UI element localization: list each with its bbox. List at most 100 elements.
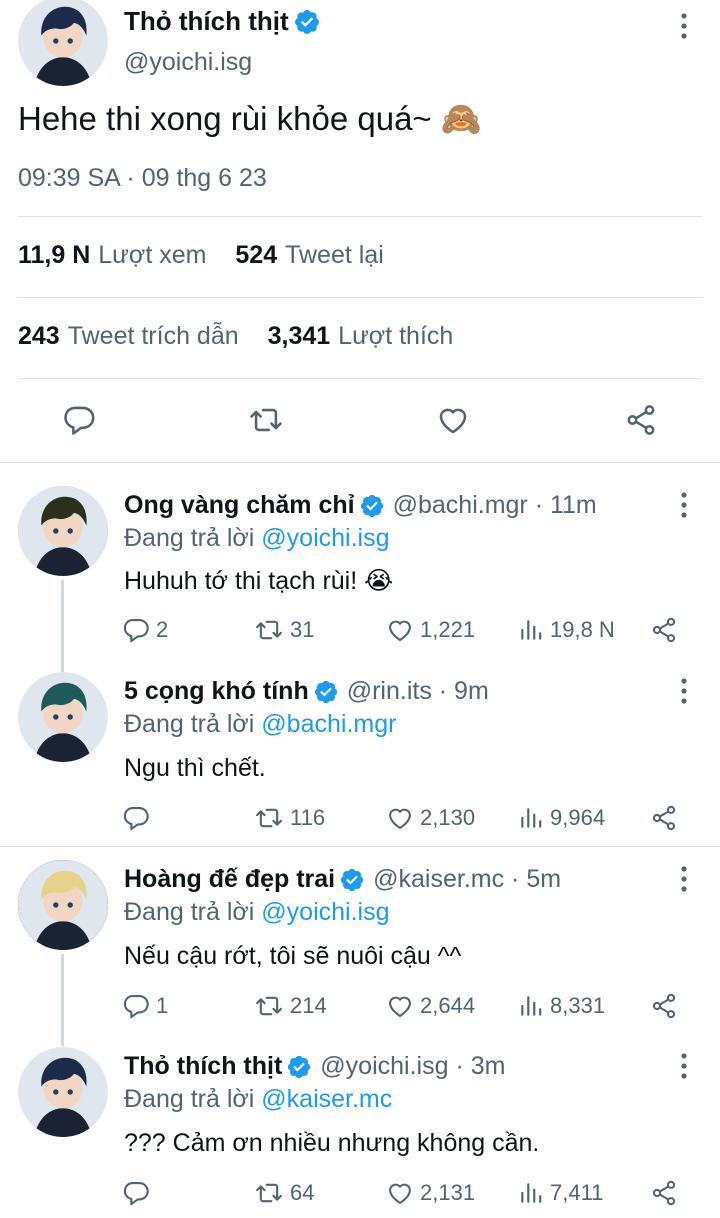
reply-icon	[122, 804, 150, 832]
retweet-action[interactable]: 31	[254, 616, 314, 644]
replying-mention[interactable]: @yoichi.isg	[261, 898, 389, 926]
reply-action[interactable]	[122, 804, 156, 832]
views-count: 9,964	[550, 805, 606, 830]
share-icon[interactable]	[624, 403, 658, 437]
stat-label: Lượt xem	[98, 241, 207, 269]
stat-label: Tweet trích dẫn	[67, 322, 239, 350]
replying-mention[interactable]: @kaiser.mc	[261, 1085, 392, 1113]
avatar[interactable]	[18, 1047, 108, 1137]
share-icon[interactable]	[650, 804, 678, 832]
avatar[interactable]	[18, 486, 108, 576]
reply-action[interactable]: 1	[122, 992, 168, 1020]
avatar[interactable]	[18, 672, 108, 762]
verified-badge-icon	[286, 1054, 312, 1080]
replying-prefix: Đang trả lời	[124, 710, 255, 738]
retweet-icon	[254, 992, 284, 1020]
views-action[interactable]: 8,331	[518, 992, 605, 1020]
author-handle[interactable]: @rin.its · 9m	[347, 677, 489, 706]
reply-text: ??? Cảm ơn nhiều nhưng không cần.	[124, 1129, 540, 1157]
more-options-icon[interactable]	[674, 676, 694, 706]
views-action[interactable]: 19,8 N	[518, 616, 615, 644]
replying-to: Đang trả lời @yoichi.isg	[124, 898, 390, 927]
views-action[interactable]: 7,411	[518, 1179, 603, 1207]
replying-prefix: Đang trả lời	[124, 1085, 255, 1113]
reply-tweet: Ong vàng chăm chỉ @bachi.mgr · 11m Đang …	[0, 486, 720, 660]
divider	[18, 297, 702, 298]
like-icon	[386, 1179, 414, 1207]
more-options-icon[interactable]	[674, 864, 694, 894]
like-action[interactable]: 2,130	[386, 804, 475, 832]
retweet-icon	[254, 804, 284, 832]
stat-retweets[interactable]: 524 Tweet lại	[235, 241, 383, 270]
like-icon	[386, 804, 414, 832]
like-icon	[386, 992, 414, 1020]
reply-tweet: Thỏ thích thịt @yoichi.isg · 3m Đang trả…	[0, 1047, 720, 1218]
replying-mention[interactable]: @bachi.mgr	[261, 710, 396, 738]
reply-action[interactable]: 2	[122, 616, 168, 644]
share-icon[interactable]	[650, 1179, 678, 1207]
stat-label: Tweet lại	[285, 241, 384, 269]
avatar[interactable]	[18, 860, 108, 950]
stat-value: 11,9 N	[18, 241, 91, 269]
like-count: 2,130	[420, 805, 476, 830]
reply-text: Nếu cậu rớt, tôi sẽ nuôi cậu ^^	[124, 942, 462, 970]
like-action[interactable]: 2,644	[386, 992, 475, 1020]
author-display-name[interactable]: Ong vàng chăm chỉ	[124, 491, 355, 520]
reply-icon	[122, 616, 150, 644]
retweet-icon	[254, 1179, 284, 1207]
avatar[interactable]	[18, 0, 108, 86]
verified-badge-icon	[359, 493, 385, 519]
author-display-name[interactable]: Thỏ thích thịt	[124, 6, 289, 37]
author-handle-row: @yoichi.isg	[124, 48, 252, 77]
tweet-text: Hehe thi xong rùi khỏe quá~ 🙈	[18, 100, 482, 137]
retweet-action[interactable]: 64	[254, 1179, 314, 1207]
reply-icon[interactable]	[62, 403, 96, 437]
verified-badge-icon	[339, 867, 365, 893]
more-options-icon[interactable]	[674, 11, 694, 41]
reply-tweet: 5 cọng khó tính @rin.its · 9m Đang trả l…	[0, 672, 720, 842]
like-action[interactable]: 1,221	[386, 616, 475, 644]
author-handle[interactable]: @bachi.mgr · 11m	[393, 491, 597, 520]
more-options-icon[interactable]	[674, 490, 694, 520]
author-handle[interactable]: @kaiser.mc · 5m	[373, 865, 561, 894]
retweet-action[interactable]: 214	[254, 992, 327, 1020]
views-icon	[518, 992, 544, 1020]
replying-to: Đang trả lời @kaiser.mc	[124, 1085, 392, 1114]
more-options-icon[interactable]	[674, 1051, 694, 1081]
like-count: 1,221	[420, 617, 476, 642]
stat-value: 3,341	[267, 322, 331, 350]
retweet-action[interactable]: 116	[254, 804, 325, 832]
author-name-row: Hoàng đế đẹp trai @kaiser.mc · 5m	[124, 865, 561, 894]
replying-to: Đang trả lời @yoichi.isg	[124, 524, 390, 553]
section-divider	[0, 846, 720, 847]
section-divider	[0, 462, 720, 463]
tweet-timestamp[interactable]: 09:39 SA · 09 thg 6 23	[18, 164, 267, 193]
replying-mention[interactable]: @yoichi.isg	[261, 524, 389, 552]
stat-quote-tweets[interactable]: 243 Tweet trích dẫn	[18, 322, 239, 351]
share-icon[interactable]	[650, 616, 678, 644]
stat-likes[interactable]: 3,341 Lượt thích	[268, 322, 454, 351]
share-icon[interactable]	[650, 992, 678, 1020]
views-action[interactable]: 9,964	[518, 804, 605, 832]
author-display-name[interactable]: 5 cọng khó tính	[124, 677, 309, 706]
retweet-icon[interactable]	[247, 403, 285, 437]
reply-count: 1	[156, 993, 169, 1018]
author-display-name[interactable]: Hoàng đế đẹp trai	[124, 865, 335, 894]
author-name-row: 5 cọng khó tính @rin.its · 9m	[124, 677, 489, 706]
views-count: 7,411	[550, 1180, 604, 1205]
author-display-name[interactable]: Thỏ thích thịt	[124, 1052, 282, 1081]
stats-row-2: 243 Tweet trích dẫn 3,341 Lượt thích	[18, 322, 475, 351]
views-icon	[518, 804, 544, 832]
like-icon	[386, 616, 414, 644]
like-icon[interactable]	[435, 403, 471, 437]
stat-views[interactable]: 11,9 N Lượt xem	[18, 241, 206, 270]
views-icon	[518, 1179, 544, 1207]
like-action[interactable]: 2,131	[386, 1179, 475, 1207]
retweet-icon	[254, 616, 284, 644]
author-handle[interactable]: @yoichi.isg	[124, 48, 252, 77]
retweet-count: 64	[290, 1180, 315, 1205]
author-handle[interactable]: @yoichi.isg · 3m	[320, 1052, 505, 1081]
reply-action[interactable]	[122, 1179, 156, 1207]
replying-to: Đang trả lời @bachi.mgr	[124, 710, 396, 739]
retweet-count: 116	[290, 805, 326, 830]
